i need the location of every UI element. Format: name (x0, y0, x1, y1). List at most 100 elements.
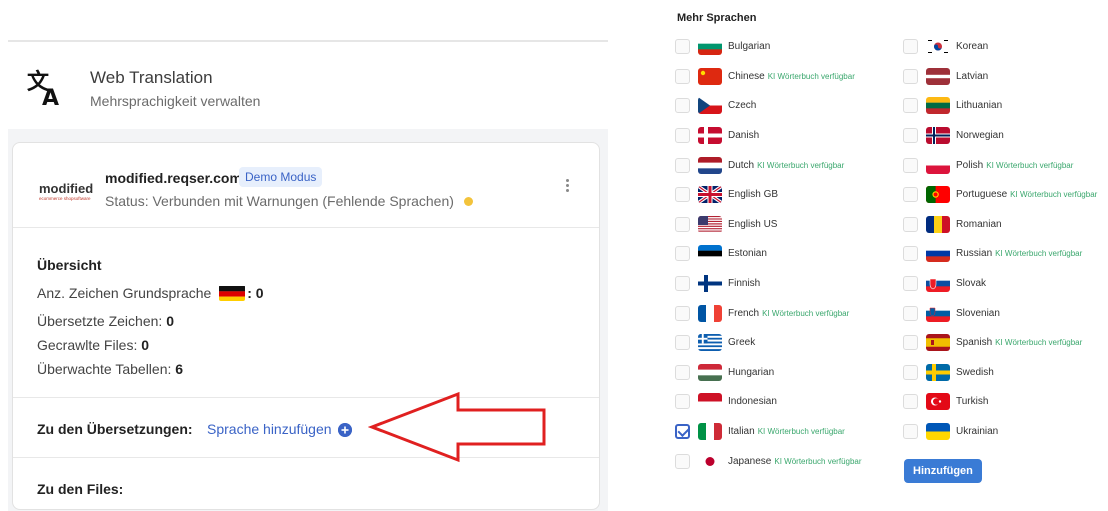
language-checkbox[interactable] (903, 98, 918, 114)
language-checkbox[interactable] (903, 364, 918, 380)
translated-chars-label: Übersetzte Zeichen: (37, 313, 163, 329)
language-checkbox[interactable] (903, 246, 918, 262)
language-option-indonesian[interactable]: Indonesian (675, 387, 862, 417)
language-checkbox[interactable] (903, 128, 918, 144)
language-option-slovak[interactable]: Slovak (903, 269, 1097, 299)
language-option-dutch[interactable]: Dutch KI Wörterbuch verfügbar (675, 150, 862, 180)
language-option-latvian[interactable]: Latvian (903, 62, 1097, 92)
language-checkbox[interactable] (675, 424, 690, 440)
add-languages-button[interactable]: Hinzufügen (904, 459, 982, 483)
flag-dk-icon (698, 127, 722, 145)
language-checkbox[interactable] (903, 39, 918, 55)
language-checkbox[interactable] (675, 187, 690, 203)
language-checkbox[interactable] (903, 68, 918, 84)
warning-dot-icon (463, 197, 473, 206)
more-languages-title: Mehr Sprachen (677, 12, 757, 24)
crawled-files-row: Gecrawlte Files: 0 (37, 333, 264, 357)
add-language-link[interactable]: Sprache hinzufügen (207, 421, 332, 437)
language-checkbox[interactable] (675, 68, 690, 84)
language-checkbox[interactable] (903, 424, 918, 440)
language-name: Finnish (728, 278, 761, 290)
language-checkbox[interactable] (675, 246, 690, 262)
language-checkbox[interactable] (675, 157, 690, 173)
ki-dictionary-note: KI Wörterbuch verfügbar (762, 308, 850, 318)
languages-panel: Mehr Sprachen Bulgarian Chinese KI Wörterb… (672, 0, 1108, 511)
flag-pt-icon (926, 186, 950, 204)
flag-fi-icon (698, 275, 722, 293)
language-checkbox[interactable] (675, 216, 690, 232)
flag-ee-icon (698, 245, 722, 263)
language-checkbox[interactable] (675, 335, 690, 351)
language-checkbox[interactable] (903, 305, 918, 321)
language-name: Norwegian (956, 130, 1004, 142)
flag-si-icon (926, 304, 950, 322)
language-checkbox[interactable] (903, 335, 918, 351)
translate-icon: 文 A (27, 69, 59, 109)
language-option-hungarian[interactable]: Hungarian (675, 358, 862, 388)
base-chars-value: : 0 (247, 285, 264, 301)
language-option-italian[interactable]: Italian KI Wörterbuch verfügbar (675, 417, 862, 447)
language-option-japanese[interactable]: Japanese KI Wörterbuch verfügbar (675, 446, 862, 476)
language-option-finnish[interactable]: Finnish (675, 269, 862, 299)
add-circle-icon[interactable] (338, 423, 352, 437)
language-option-korean[interactable]: Korean (903, 32, 1097, 62)
language-checkbox[interactable] (675, 305, 690, 321)
language-checkbox[interactable] (903, 157, 918, 173)
language-checkbox[interactable] (675, 453, 690, 469)
flag-sk-icon (926, 275, 950, 293)
watched-tables-label: Überwachte Tabellen: (37, 361, 172, 377)
language-checkbox[interactable] (675, 394, 690, 410)
language-option-estonian[interactable]: Estonian (675, 239, 862, 269)
language-name: Polish (956, 159, 984, 171)
language-option-turkish[interactable]: Turkish (903, 387, 1097, 417)
language-option-russian[interactable]: Russian KI Wörterbuch verfügbar (903, 239, 1097, 269)
language-checkbox[interactable] (675, 364, 690, 380)
watched-tables-value: 6 (175, 361, 184, 377)
language-option-lithuanian[interactable]: Lithuanian (903, 91, 1097, 121)
language-option-greek[interactable]: Greek (675, 328, 862, 358)
language-option-slovenian[interactable]: Slovenian (903, 298, 1097, 328)
language-checkbox[interactable] (675, 276, 690, 292)
language-option-polish[interactable]: Polish KI Wörterbuch verfügbar (903, 150, 1097, 180)
flag-cz-icon (698, 97, 722, 115)
language-option-romanian[interactable]: Romanian (903, 210, 1097, 240)
language-checkbox[interactable] (675, 39, 690, 55)
ki-dictionary-note: KI Wörterbuch verfügbar (986, 160, 1074, 170)
language-option-english-us[interactable]: English US (675, 210, 862, 240)
language-name: English US (728, 218, 778, 230)
language-option-spanish[interactable]: Spanish KI Wörterbuch verfügbar (903, 328, 1097, 358)
language-option-portuguese[interactable]: Portuguese KI Wörterbuch verfügbar (903, 180, 1097, 210)
ki-dictionary-note: KI Wörterbuch verfügbar (774, 456, 862, 466)
language-option-czech[interactable]: Czech (675, 91, 862, 121)
flag-lt-icon (926, 97, 950, 115)
language-checkbox[interactable] (903, 216, 918, 232)
flag-it-icon (698, 423, 722, 441)
flag-pl-icon (926, 156, 950, 174)
language-option-bulgarian[interactable]: Bulgarian (675, 32, 862, 62)
language-option-norwegian[interactable]: Norwegian (903, 121, 1097, 151)
red-arrow-annotation (368, 391, 546, 463)
language-name: Hungarian (728, 366, 775, 378)
language-checkbox[interactable] (675, 128, 690, 144)
language-option-chinese[interactable]: Chinese KI Wörterbuch verfügbar (675, 62, 862, 92)
german-flag-icon (219, 285, 246, 301)
language-checkbox[interactable] (903, 276, 918, 292)
files-label: Zu den Files: (37, 481, 124, 497)
language-option-danish[interactable]: Danish (675, 121, 862, 151)
app-header: 文 A Web Translation Mehrsprachigkeit ver… (8, 43, 608, 129)
language-option-english-gb[interactable]: English GB (675, 180, 862, 210)
language-option-ukrainian[interactable]: Ukrainian (903, 417, 1097, 447)
site-card-header: modified ecommerce shopsoftware modified… (13, 143, 599, 228)
language-name: Russian (956, 248, 993, 260)
ki-dictionary-note: KI Wörterbuch verfügbar (757, 427, 845, 437)
language-name: Portuguese (956, 189, 1008, 201)
language-option-swedish[interactable]: Swedish (903, 358, 1097, 388)
more-options-icon[interactable] (561, 177, 573, 197)
language-checkbox[interactable] (903, 394, 918, 410)
language-checkbox[interactable] (903, 187, 918, 203)
language-checkbox[interactable] (675, 98, 690, 114)
language-name: Indonesian (728, 396, 777, 408)
svg-text:A: A (42, 86, 59, 109)
language-column-2: Korean Latvian Lithuanian Norwegian Polish KI… (903, 32, 1097, 446)
language-option-french[interactable]: French KI Wörterbuch verfügbar (675, 298, 862, 328)
